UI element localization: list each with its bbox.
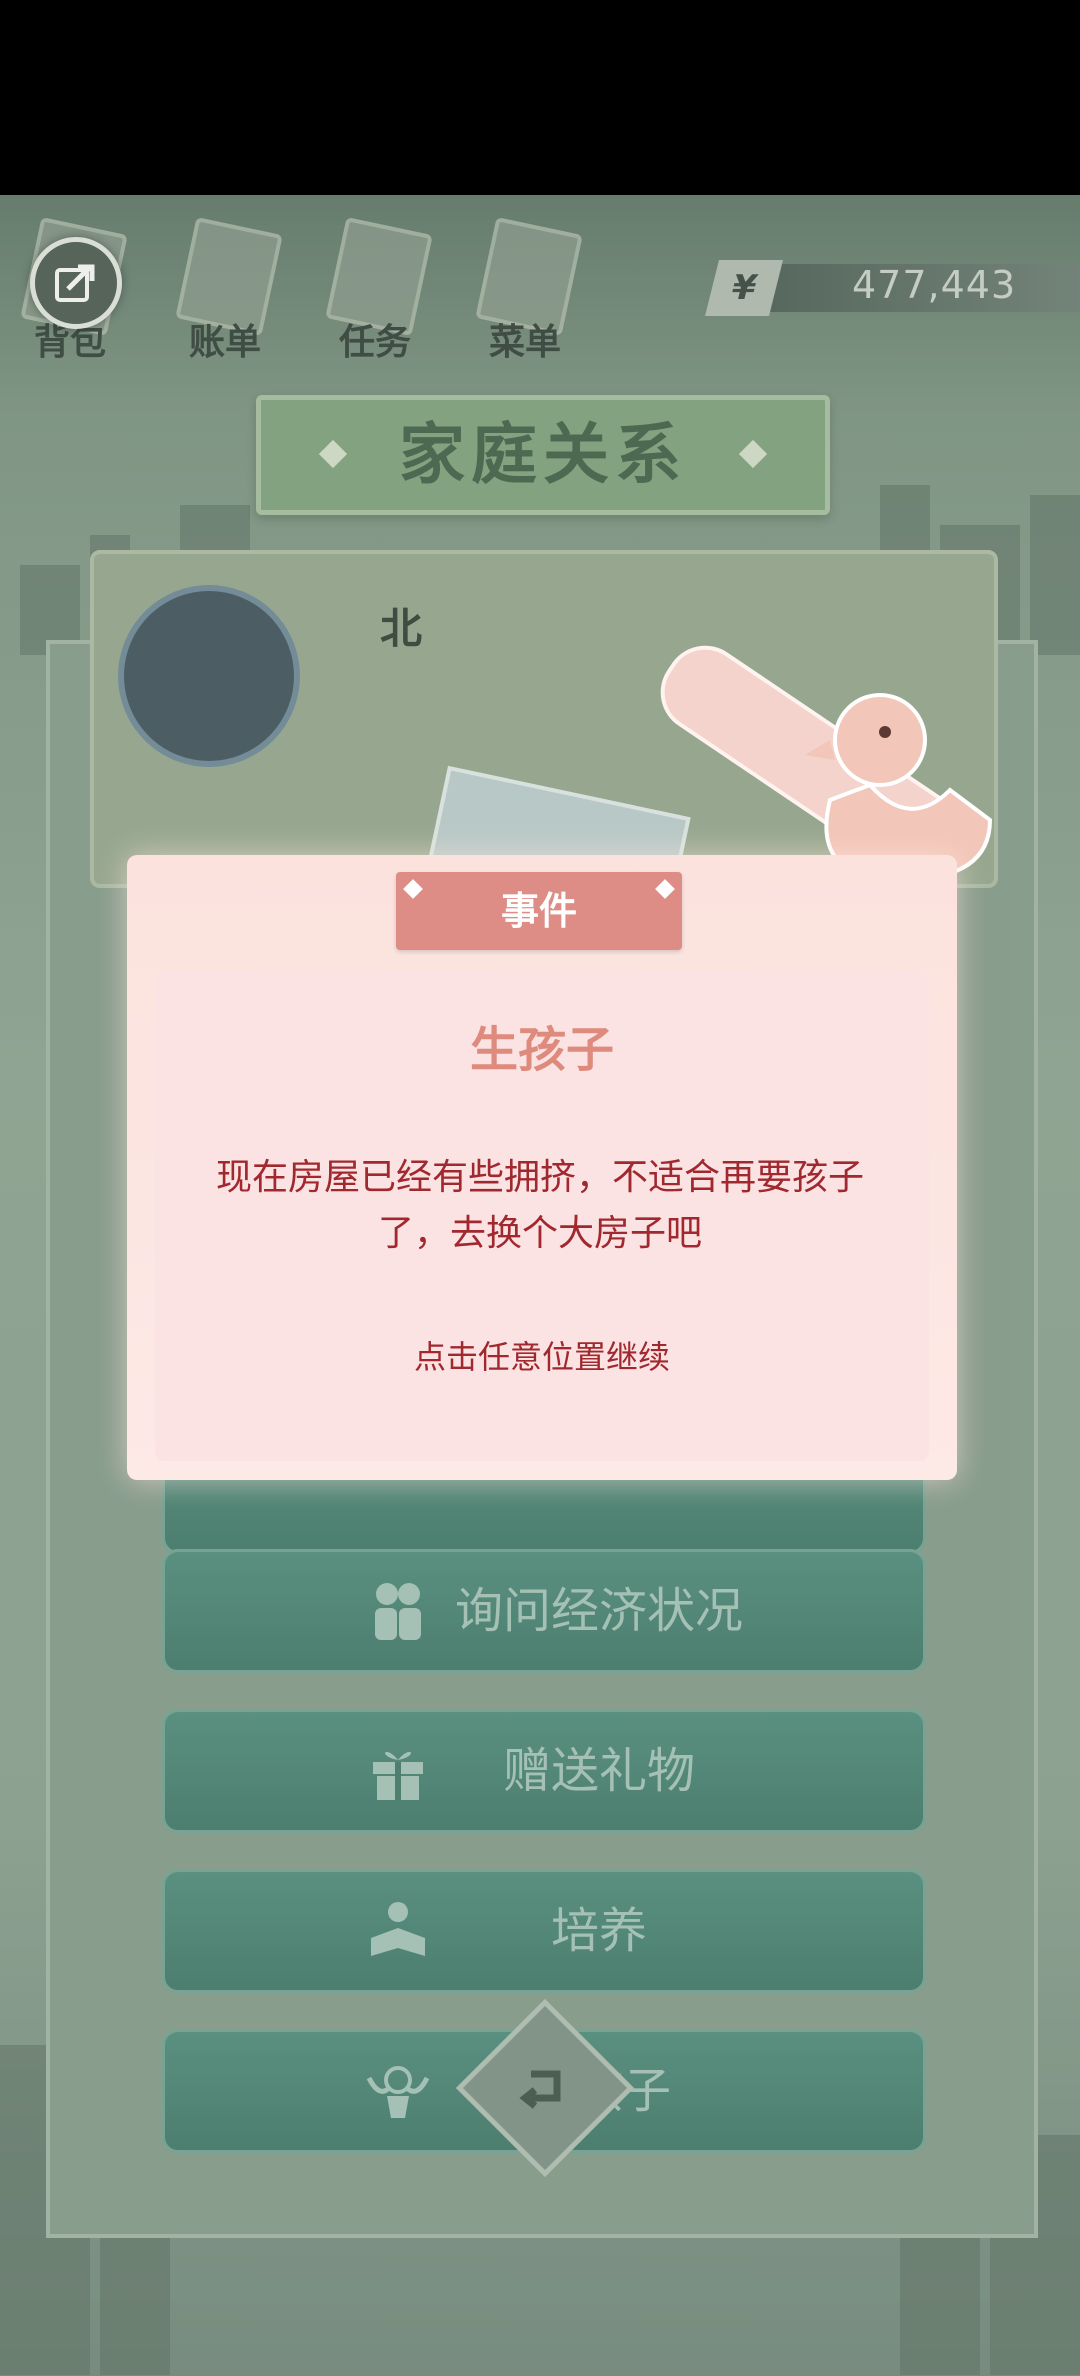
- modal-title: 生孩子: [469, 1022, 614, 1078]
- modal-tag: 事件: [396, 872, 682, 950]
- status-bar-area: [0, 0, 1080, 195]
- continue-hint[interactable]: 点击任意位置继续: [127, 1332, 957, 1378]
- modal-body: 现在房屋已经有些拥挤，不适合再要孩子了，去换个大房子吧: [215, 1157, 864, 1254]
- modal-tag-label: 事件: [500, 889, 577, 933]
